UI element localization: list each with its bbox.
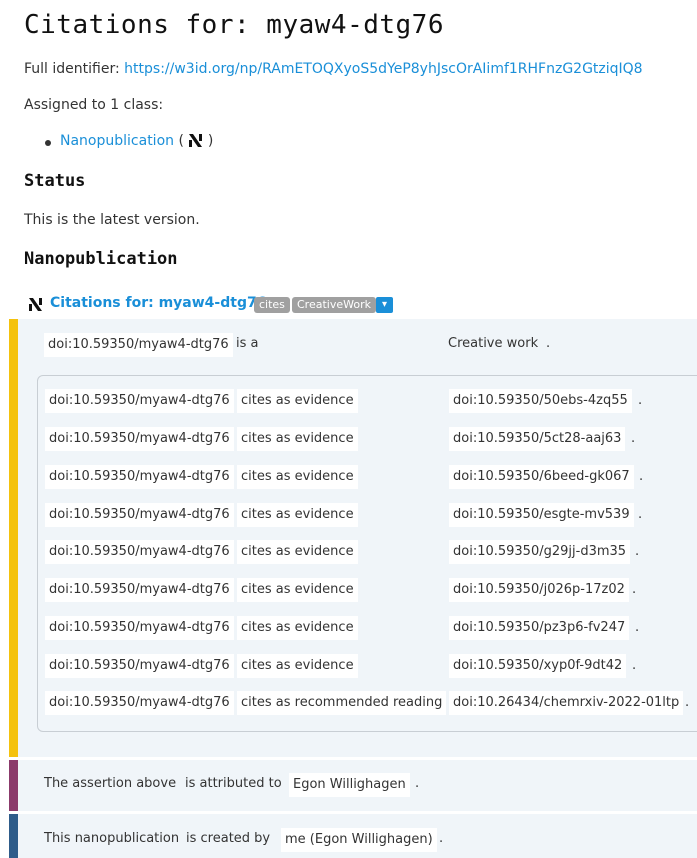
statement-dot: . bbox=[439, 831, 444, 846]
citation-predicate[interactable]: cites as evidence bbox=[237, 465, 358, 489]
pubinfo-subject[interactable]: This nanopublication bbox=[44, 827, 179, 851]
citation-subject[interactable]: doi:10.59350/myaw4-dtg76 bbox=[45, 465, 234, 489]
citation-subject[interactable]: doi:10.59350/myaw4-dtg76 bbox=[45, 654, 234, 678]
citation-row: doi:10.59350/myaw4-dtg76 cites as recomm… bbox=[38, 691, 697, 721]
citation-subject[interactable]: doi:10.59350/myaw4-dtg76 bbox=[45, 389, 234, 413]
statement-dot: . bbox=[415, 776, 420, 791]
citation-object[interactable]: doi:10.59350/6beed-gk067 bbox=[449, 465, 634, 489]
citation-row: doi:10.59350/myaw4-dtg76 cites as eviden… bbox=[38, 427, 697, 457]
citation-subject[interactable]: doi:10.59350/myaw4-dtg76 bbox=[45, 427, 234, 451]
citation-row: doi:10.59350/myaw4-dtg76 cites as eviden… bbox=[38, 389, 697, 419]
citation-subject[interactable]: doi:10.59350/myaw4-dtg76 bbox=[45, 540, 234, 564]
citation-predicate[interactable]: cites as evidence bbox=[237, 540, 358, 564]
full-identifier: Full identifier: https://w3id.org/np/RAm… bbox=[24, 61, 643, 77]
statement-dot: . bbox=[639, 469, 644, 484]
nanopub-logo-icon[interactable] bbox=[188, 133, 203, 148]
citation-predicate[interactable]: cites as evidence bbox=[237, 654, 358, 678]
type-object[interactable]: Creative work bbox=[448, 332, 538, 356]
citation-subject[interactable]: doi:10.59350/myaw4-dtg76 bbox=[45, 578, 234, 602]
pubinfo-graph: This nanopublication is created by me (E… bbox=[9, 814, 697, 858]
citation-object[interactable]: doi:10.26434/chemrxiv-2022-01ltp bbox=[449, 691, 684, 715]
statement-dot: . bbox=[635, 620, 640, 635]
provenance-color-bar bbox=[9, 760, 18, 811]
citation-predicate[interactable]: cites as recommended reading bbox=[237, 691, 447, 715]
pubinfo-predicate[interactable]: is created by bbox=[186, 827, 270, 851]
citation-predicate[interactable]: cites as evidence bbox=[237, 578, 358, 602]
citation-object[interactable]: doi:10.59350/j026p-17z02 bbox=[449, 578, 629, 602]
statement-dot: . bbox=[638, 507, 643, 522]
assigned-class-text: Assigned to 1 class: bbox=[24, 97, 164, 113]
pubinfo-object[interactable]: me (Egon Willighagen) bbox=[281, 828, 437, 852]
citation-subject[interactable]: doi:10.59350/myaw4-dtg76 bbox=[45, 616, 234, 640]
citation-row: doi:10.59350/myaw4-dtg76 cites as eviden… bbox=[38, 616, 697, 646]
statement-dot: . bbox=[631, 431, 636, 446]
assertion-color-bar bbox=[9, 319, 18, 757]
type-subject[interactable]: doi:10.59350/myaw4-dtg76 bbox=[44, 333, 233, 357]
pubinfo-color-bar bbox=[9, 814, 18, 858]
class-link-nanopublication[interactable]: Nanopublication bbox=[60, 133, 174, 149]
citation-predicate[interactable]: cites as evidence bbox=[237, 427, 358, 451]
citation-row: doi:10.59350/myaw4-dtg76 cites as eviden… bbox=[38, 465, 697, 495]
citation-predicate[interactable]: cites as evidence bbox=[237, 616, 358, 640]
page-title: Citations for: myaw4-dtg76 bbox=[24, 10, 444, 40]
citation-object[interactable]: doi:10.59350/xyp0f-9dt42 bbox=[449, 654, 627, 678]
citation-object[interactable]: doi:10.59350/50ebs-4zq55 bbox=[449, 389, 632, 413]
status-text: This is the latest version. bbox=[24, 212, 200, 228]
nanopub-logo-icon bbox=[29, 298, 42, 311]
full-identifier-label: Full identifier: bbox=[24, 61, 120, 77]
nanopublication-heading: Nanopublication bbox=[24, 249, 178, 269]
nanopub-title-link[interactable]: Citations for: myaw4-dtg76 bbox=[50, 295, 266, 311]
provenance-graph: The assertion above is attributed to Ego… bbox=[9, 760, 697, 811]
statement-dot: . bbox=[635, 544, 640, 559]
citations-group: doi:10.59350/myaw4-dtg76 cites as eviden… bbox=[37, 375, 697, 732]
status-heading: Status bbox=[24, 171, 86, 191]
full-identifier-link[interactable]: https://w3id.org/np/RAmETOQXyoS5dYeP8yhJ… bbox=[124, 61, 642, 77]
citation-subject[interactable]: doi:10.59350/myaw4-dtg76 bbox=[45, 503, 234, 527]
citation-row: doi:10.59350/myaw4-dtg76 cites as eviden… bbox=[38, 540, 697, 570]
provenance-object[interactable]: Egon Willighagen bbox=[289, 773, 410, 797]
statement-dot: . bbox=[546, 336, 551, 351]
class-list-item: Nanopublication ( ) bbox=[45, 133, 214, 149]
citation-row: doi:10.59350/myaw4-dtg76 cites as eviden… bbox=[38, 654, 697, 684]
citation-object[interactable]: doi:10.59350/g29jj-d3m35 bbox=[449, 540, 631, 564]
bullet bbox=[45, 140, 51, 146]
paren-close: ) bbox=[207, 133, 214, 149]
badge-cites[interactable]: cites bbox=[254, 297, 290, 313]
citation-object[interactable]: doi:10.59350/5ct28-aaj63 bbox=[449, 427, 626, 451]
chevron-down-icon[interactable]: ▾ bbox=[376, 297, 393, 313]
citation-row: doi:10.59350/myaw4-dtg76 cites as eviden… bbox=[38, 503, 697, 533]
provenance-subject[interactable]: The assertion above bbox=[44, 772, 176, 796]
statement-dot: . bbox=[632, 582, 637, 597]
citation-predicate[interactable]: cites as evidence bbox=[237, 389, 358, 413]
type-predicate[interactable]: is a bbox=[236, 332, 258, 356]
assertion-graph: doi:10.59350/myaw4-dtg76 is a Creative w… bbox=[9, 319, 697, 757]
statement-dot: . bbox=[685, 695, 690, 710]
provenance-predicate[interactable]: is attributed to bbox=[185, 772, 282, 796]
badge-creativework[interactable]: CreativeWork bbox=[292, 297, 376, 313]
paren-open: ( bbox=[178, 133, 184, 149]
citation-object[interactable]: doi:10.59350/pz3p6-fv247 bbox=[449, 616, 630, 640]
citation-subject[interactable]: doi:10.59350/myaw4-dtg76 bbox=[45, 691, 234, 715]
citation-predicate[interactable]: cites as evidence bbox=[237, 503, 358, 527]
citation-object[interactable]: doi:10.59350/esgte-mv539 bbox=[449, 503, 634, 527]
statement-dot: . bbox=[638, 393, 643, 408]
statement-dot: . bbox=[632, 658, 637, 673]
citation-row: doi:10.59350/myaw4-dtg76 cites as eviden… bbox=[38, 578, 697, 608]
